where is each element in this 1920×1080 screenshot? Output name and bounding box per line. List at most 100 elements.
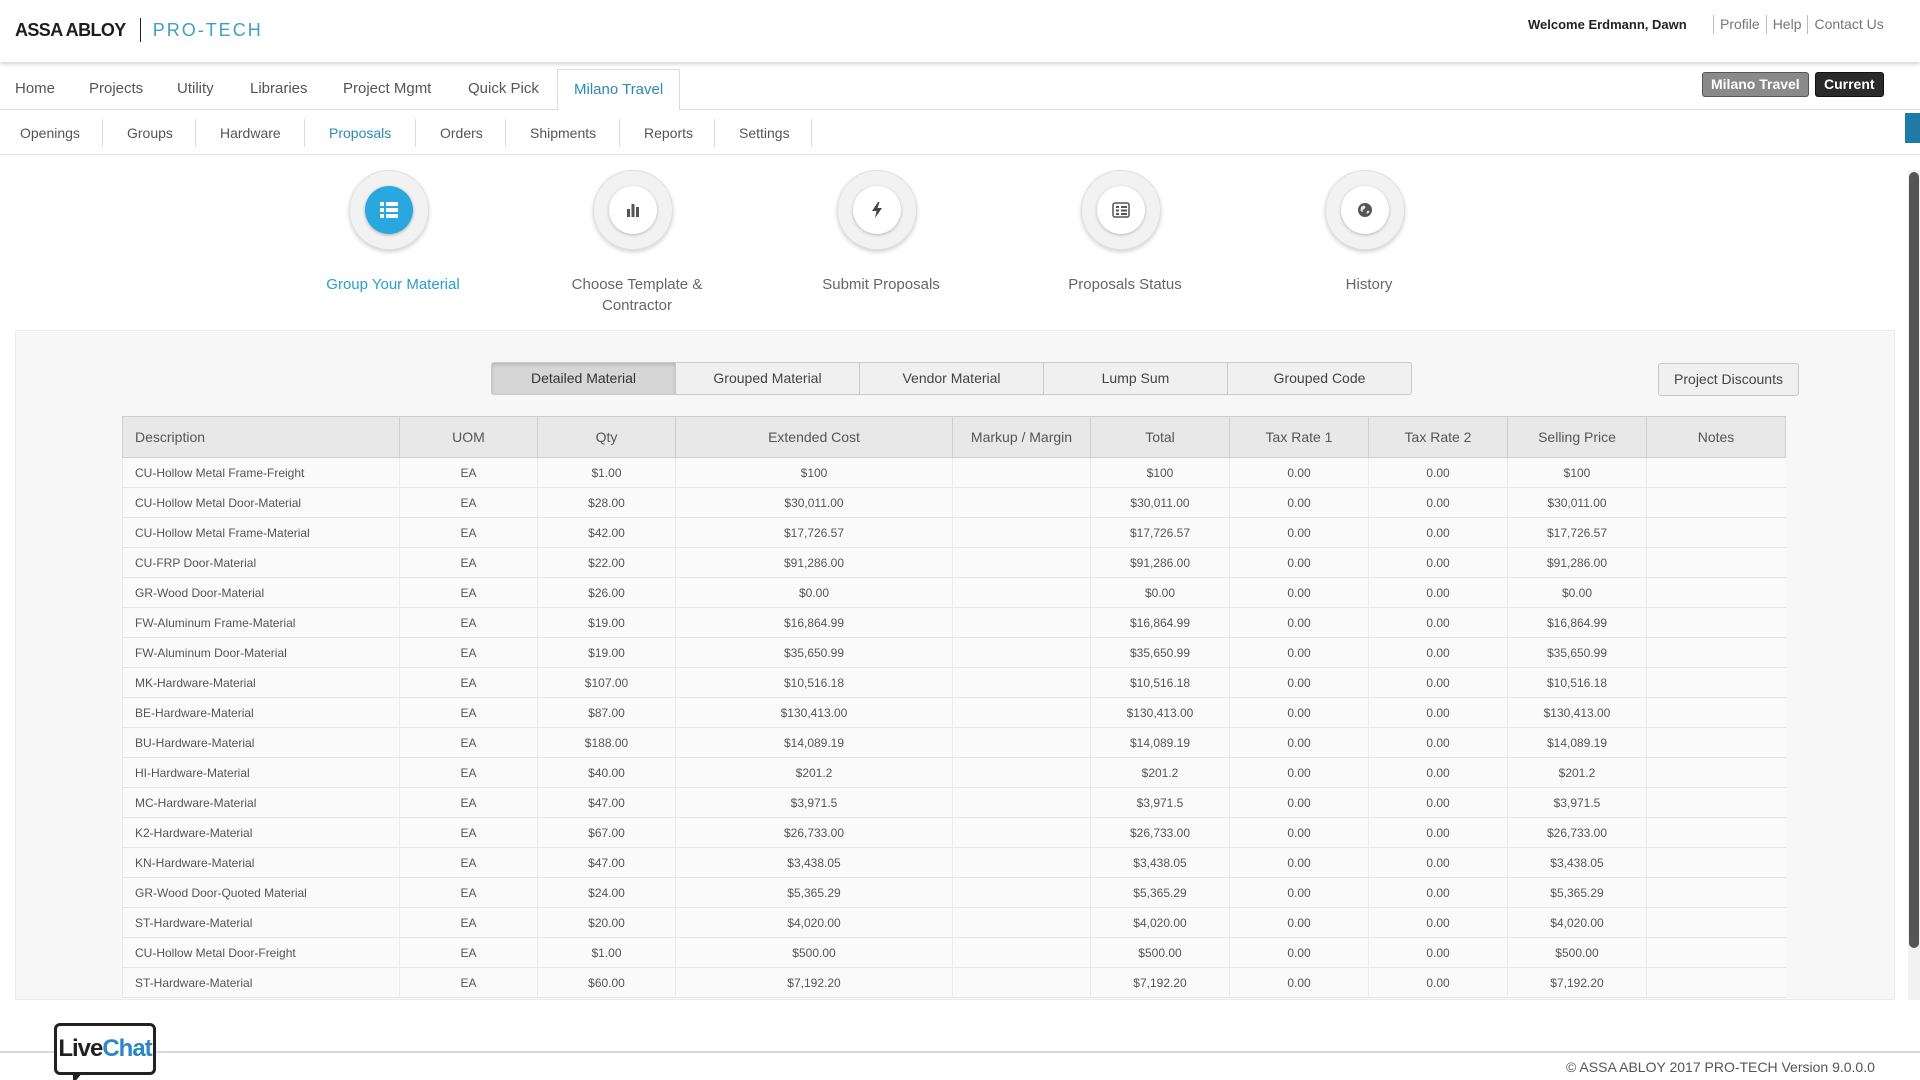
tab-lump-sum[interactable]: Lump Sum: [1043, 362, 1228, 395]
subnav-openings[interactable]: Openings: [20, 123, 80, 143]
step-proposals-status-button[interactable]: [1081, 170, 1161, 250]
table-row[interactable]: GR-Wood Door-Quoted Material EA $24.00 $5,3…: [122, 877, 1786, 908]
cell-description: CU-Hollow Metal Door-Material: [122, 487, 400, 518]
cell-description: K2-Hardware-Material: [122, 817, 400, 848]
tab-grouped-code[interactable]: Grouped Code: [1227, 362, 1412, 395]
cell-description: MC-Hardware-Material: [122, 787, 400, 818]
cell-markup-margin: [952, 607, 1091, 638]
table-row[interactable]: K2-Hardware-Material EA $67.00 $26,733.00 $2…: [122, 817, 1786, 848]
cell-tax-rate-2: 0.00: [1368, 967, 1508, 998]
page-scrollbar-thumb[interactable]: [1909, 172, 1919, 948]
tab-vendor-material[interactable]: Vendor Material: [859, 362, 1044, 395]
table-row[interactable]: ST-Hardware-Material EA $60.00 $7,192.20 $7,…: [122, 967, 1786, 998]
column-header-markup-margin[interactable]: Markup / Margin: [952, 416, 1091, 458]
column-header-description[interactable]: Description: [122, 416, 400, 458]
cell-total: $26,733.00: [1090, 817, 1230, 848]
cell-uom: EA: [399, 967, 538, 998]
step-choose-template-button[interactable]: [593, 170, 673, 250]
tab-detailed-material[interactable]: Detailed Material: [491, 362, 676, 395]
subnav-groups[interactable]: Groups: [127, 123, 173, 143]
cell-total: $7,192.20: [1090, 967, 1230, 998]
cell-description: BE-Hardware-Material: [122, 697, 400, 728]
project-name-button[interactable]: Milano Travel: [1702, 72, 1809, 97]
project-discounts-button[interactable]: Project Discounts: [1658, 363, 1799, 396]
subnav-proposals[interactable]: Proposals: [329, 123, 391, 143]
table-row[interactable]: HI-Hardware-Material EA $40.00 $201.2 $201.2…: [122, 757, 1786, 788]
subnav-hardware[interactable]: Hardware: [220, 123, 281, 143]
brand-logo[interactable]: ASSA ABLOY PRO-TECH: [15, 18, 263, 42]
nav-utility[interactable]: Utility: [177, 69, 214, 110]
nav-home[interactable]: Home: [15, 69, 55, 110]
cell-notes: [1646, 907, 1786, 938]
column-header-extended-cost[interactable]: Extended Cost: [675, 416, 953, 458]
column-header-uom[interactable]: UOM: [399, 416, 538, 458]
cell-tax-rate-1: 0.00: [1229, 697, 1369, 728]
subnav-shipments[interactable]: Shipments: [530, 123, 596, 143]
column-header-qty[interactable]: Qty: [537, 416, 676, 458]
status-list-icon: [1112, 202, 1130, 218]
column-header-notes[interactable]: Notes: [1646, 416, 1786, 458]
table-row[interactable]: MK-Hardware-Material EA $107.00 $10,516.18 $…: [122, 667, 1786, 698]
column-header-selling-price[interactable]: Selling Price: [1507, 416, 1647, 458]
nav-project-mgmt[interactable]: Project Mgmt: [343, 69, 431, 110]
step-group-material-label[interactable]: Group Your Material: [293, 274, 493, 295]
table-row[interactable]: ST-Hardware-Material EA $20.00 $4,020.00 $4,…: [122, 907, 1786, 938]
step-proposals-status-label[interactable]: Proposals Status: [1025, 274, 1225, 295]
nav-milano-travel[interactable]: Milano Travel: [557, 69, 681, 111]
table-row[interactable]: CU-FRP Door-Material EA $22.00 $91,286.00 $9…: [122, 547, 1786, 578]
table-row[interactable]: FW-Aluminum Door-Material EA $19.00 $35,650…: [122, 637, 1786, 668]
subnav-reports[interactable]: Reports: [644, 123, 693, 143]
cell-notes: [1646, 517, 1786, 548]
subnav-orders[interactable]: Orders: [440, 123, 483, 143]
help-link[interactable]: Help: [1765, 15, 1808, 34]
table-row[interactable]: KN-Hardware-Material EA $47.00 $3,438.05 $3,…: [122, 847, 1786, 878]
cell-tax-rate-2: 0.00: [1368, 517, 1508, 548]
step-history-button[interactable]: [1325, 170, 1405, 250]
table-row[interactable]: FW-Aluminum Frame-Material EA $19.00 $16,86…: [122, 607, 1786, 638]
step-choose-template-label[interactable]: Choose Template & Contractor: [537, 274, 737, 316]
project-status-button[interactable]: Current: [1815, 72, 1884, 97]
cell-markup-margin: [952, 487, 1091, 518]
table-row[interactable]: MC-Hardware-Material EA $47.00 $3,971.5 $3,9…: [122, 787, 1786, 818]
table-row[interactable]: BU-Hardware-Material EA $188.00 $14,089.19 $…: [122, 727, 1786, 758]
step-history-label[interactable]: History: [1269, 274, 1469, 295]
cell-qty: $107.00: [537, 667, 676, 698]
cell-total: $17,726.57: [1090, 517, 1230, 548]
profile-link[interactable]: Profile: [1713, 15, 1766, 34]
table-row[interactable]: CU-Hollow Metal Door-Material EA $28.00 $30…: [122, 487, 1786, 518]
tab-grouped-material[interactable]: Grouped Material: [675, 362, 860, 395]
cell-markup-margin: [952, 517, 1091, 548]
livechat-live-text: Live: [58, 1035, 103, 1062]
column-header-tax-rate-2[interactable]: Tax Rate 2: [1368, 416, 1508, 458]
step-submit-proposals-button[interactable]: [837, 170, 917, 250]
livechat-button[interactable]: LiveChat: [54, 1023, 156, 1080]
column-header-total[interactable]: Total: [1090, 416, 1230, 458]
cell-total: $16,864.99: [1090, 607, 1230, 638]
table-row[interactable]: BE-Hardware-Material EA $87.00 $130,413.00 $…: [122, 697, 1786, 728]
livechat-icon: LiveChat: [58, 1035, 152, 1063]
cell-description: ST-Hardware-Material: [122, 907, 400, 938]
copyright-text: © ASSA ABLOY 2017 PRO-TECH Version 9.0.0…: [1566, 1059, 1875, 1075]
subnav-settings[interactable]: Settings: [739, 123, 790, 143]
nav-quick-pick[interactable]: Quick Pick: [468, 69, 539, 110]
cell-tax-rate-1: 0.00: [1229, 727, 1369, 758]
cell-tax-rate-1: 0.00: [1229, 877, 1369, 908]
cell-tax-rate-1: 0.00: [1229, 787, 1369, 818]
material-view-tabs: Detailed Material Grouped Material Vendo…: [491, 362, 1412, 395]
step-submit-proposals-label[interactable]: Submit Proposals: [781, 274, 981, 295]
table-row[interactable]: CU-Hollow Metal Door-Freight EA $1.00 $500.…: [122, 937, 1786, 968]
cell-tax-rate-1: 0.00: [1229, 757, 1369, 788]
table-row[interactable]: CU-Hollow Metal Frame-Material EA $42.00 $1…: [122, 517, 1786, 548]
nav-libraries[interactable]: Libraries: [250, 69, 308, 110]
cell-tax-rate-2: 0.00: [1368, 907, 1508, 938]
nav-projects[interactable]: Projects: [89, 69, 143, 110]
cell-notes: [1646, 607, 1786, 638]
table-row[interactable]: CU-Hollow Metal Frame-Freight EA $1.00 $100…: [122, 457, 1786, 488]
column-header-tax-rate-1[interactable]: Tax Rate 1: [1229, 416, 1369, 458]
cell-uom: EA: [399, 877, 538, 908]
contact-us-link[interactable]: Contact Us: [1807, 15, 1889, 34]
step-group-material-button[interactable]: [349, 170, 429, 250]
side-panel-toggle[interactable]: [1905, 113, 1920, 143]
cell-uom: EA: [399, 667, 538, 698]
table-row[interactable]: GR-Wood Door-Material EA $26.00 $0.00 $0.00 0…: [122, 577, 1786, 608]
